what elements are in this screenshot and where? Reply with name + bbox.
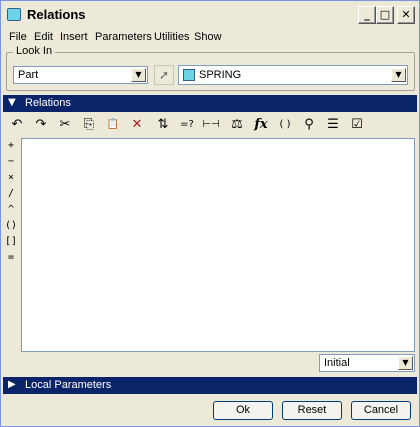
relations-toolbar: ↶ ↷ ✂ ⎘ 📋 ✕ ⇅ =? ⊢⊣ ⚖ fx ( ) ⚲ ☰ ☑ <box>3 113 417 137</box>
look-in-model-select[interactable]: SPRING ▼ <box>178 65 408 85</box>
sort-order-select[interactable]: Initial ▼ <box>319 354 415 372</box>
relations-window: Relations _ □ ✕ File Edit Insert Paramet… <box>0 0 420 427</box>
look-in-model-value: SPRING <box>199 69 242 81</box>
menu-parameters[interactable]: Parameters <box>95 31 152 43</box>
redo-icon[interactable]: ↷ <box>31 115 51 135</box>
cut-icon[interactable]: ✂ <box>55 115 75 135</box>
menu-utilities[interactable]: Utilities <box>154 31 189 43</box>
chevron-down-icon[interactable]: ▼ <box>391 68 406 82</box>
function-icon[interactable]: fx <box>251 115 271 135</box>
menu-edit[interactable]: Edit <box>34 31 53 43</box>
menu-bar: File Edit Insert Parameters Utilities Sh… <box>1 29 419 47</box>
menu-file[interactable]: File <box>9 31 27 43</box>
op-multiply[interactable]: × <box>3 171 19 185</box>
collapse-arrow-icon: ▼ <box>8 97 16 108</box>
look-in-type-select[interactable]: Part ▼ <box>13 66 148 84</box>
cancel-button[interactable]: Cancel <box>351 401 411 420</box>
local-parameters-label: Local Parameters <box>25 379 112 391</box>
relations-section-header[interactable]: ▼ Relations <box>3 95 417 112</box>
evaluate-icon[interactable]: =? <box>177 115 197 135</box>
sort-icon[interactable]: ⇅ <box>153 115 173 135</box>
maximize-button[interactable]: □ <box>376 6 394 24</box>
expand-arrow-icon: ▶ <box>8 379 16 390</box>
brackets-icon[interactable]: ( ) <box>275 115 295 135</box>
ok-button[interactable]: Ok <box>213 401 273 420</box>
menu-show[interactable]: Show <box>194 31 222 43</box>
op-parentheses[interactable]: () <box>3 219 19 233</box>
title-bar[interactable]: Relations _ □ ✕ <box>1 1 419 29</box>
op-equals[interactable]: = <box>3 251 19 265</box>
undo-icon[interactable]: ↶ <box>7 115 27 135</box>
chevron-down-icon[interactable]: ▼ <box>398 356 413 370</box>
minimize-button[interactable]: _ <box>358 6 376 24</box>
op-power[interactable]: ^ <box>3 203 19 217</box>
op-divide[interactable]: / <box>3 187 19 201</box>
op-plus[interactable]: + <box>3 139 19 153</box>
relations-editor[interactable] <box>21 138 415 352</box>
sort-order-value: Initial <box>324 357 350 369</box>
menu-insert[interactable]: Insert <box>60 31 88 43</box>
units-icon[interactable]: ⚖ <box>227 115 247 135</box>
select-pointer-button[interactable]: ➚ <box>154 65 174 85</box>
look-in-label: Look In <box>13 45 56 57</box>
verify-icon[interactable]: ☑ <box>347 115 367 135</box>
copy-icon[interactable]: ⎘ <box>79 115 99 135</box>
part-icon <box>183 69 195 81</box>
relations-section-label: Relations <box>25 97 71 109</box>
op-minus[interactable]: − <box>3 155 19 169</box>
op-brackets[interactable]: [] <box>3 235 19 249</box>
dimension-icon[interactable]: ⊢⊣ <box>201 115 221 135</box>
operator-palette: + − × / ^ () [] = <box>3 137 19 357</box>
reset-button[interactable]: Reset <box>282 401 342 420</box>
app-icon <box>7 8 21 21</box>
list-icon[interactable]: ☰ <box>323 115 343 135</box>
paste-icon[interactable]: 📋 <box>103 115 123 135</box>
chevron-down-icon[interactable]: ▼ <box>131 68 146 82</box>
local-parameters-section-header[interactable]: ▶ Local Parameters <box>3 377 417 394</box>
look-in-type-value: Part <box>18 69 39 81</box>
close-button[interactable]: ✕ <box>397 6 415 24</box>
parameters-icon[interactable]: ⚲ <box>299 115 319 135</box>
window-title: Relations <box>27 7 86 22</box>
delete-icon[interactable]: ✕ <box>127 115 147 135</box>
